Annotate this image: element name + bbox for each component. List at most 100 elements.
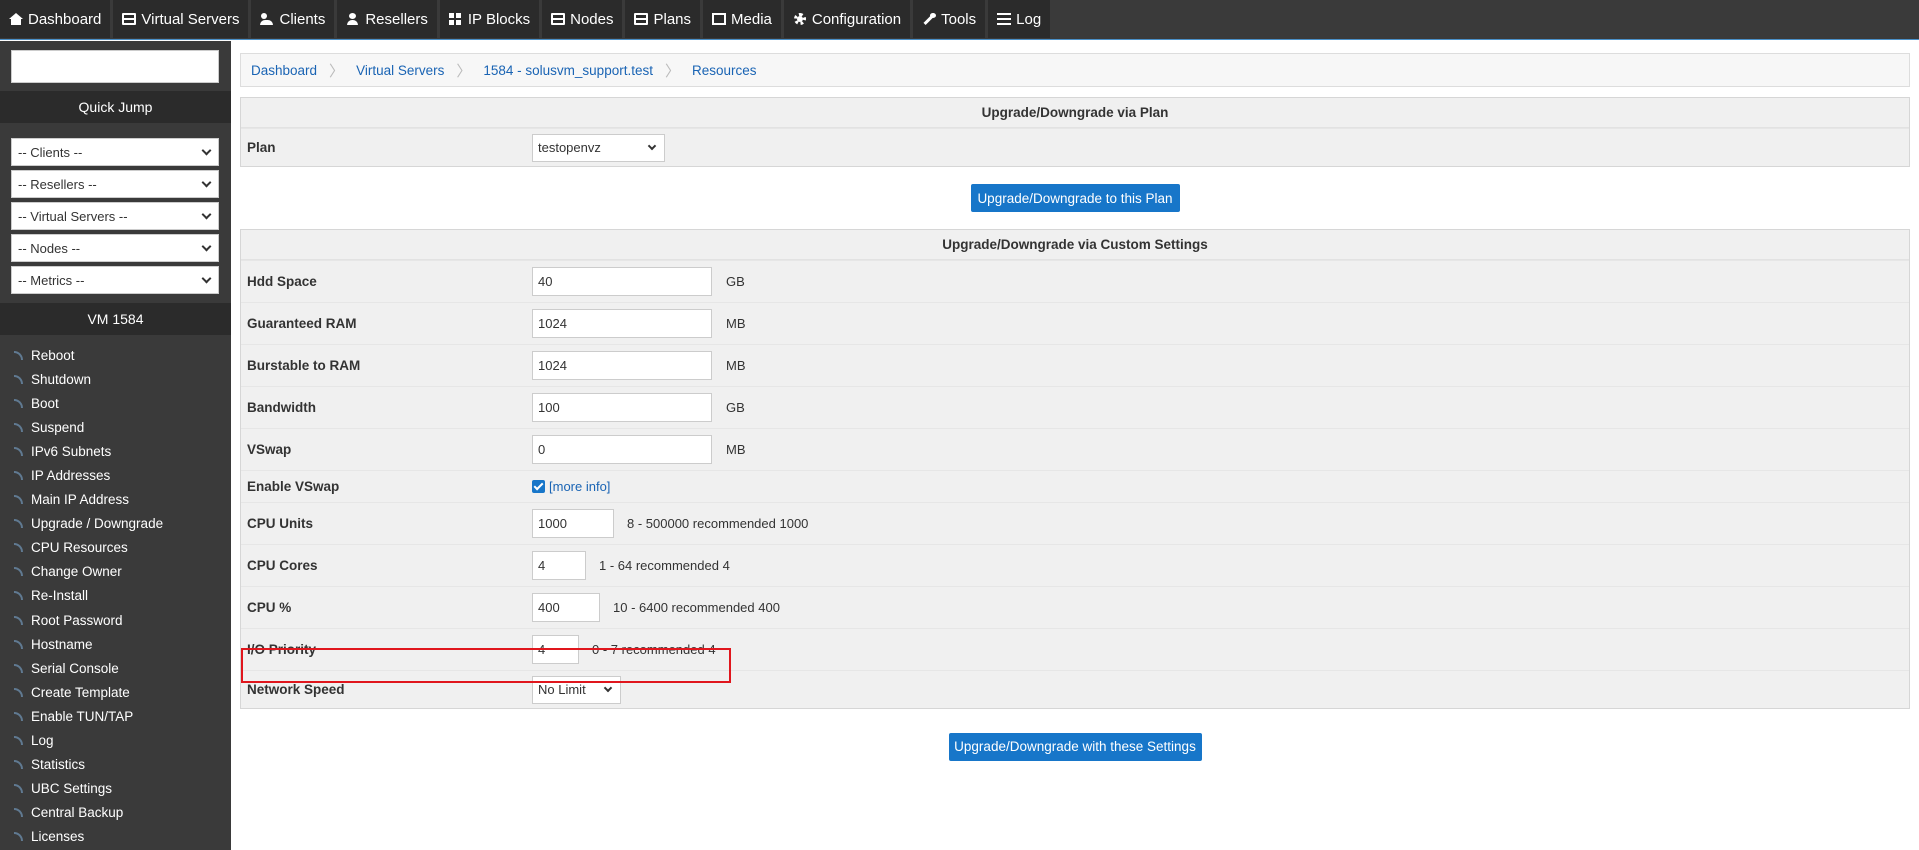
grid-icon — [448, 13, 463, 25]
sidebar-link-reboot[interactable]: Reboot — [0, 343, 231, 367]
sidebar-link-enable-tun-tap[interactable]: Enable TUN/TAP — [0, 704, 231, 728]
cpu-cores-hint: 1 - 64 recommended 4 — [599, 558, 730, 573]
sidebar-link-label: Upgrade / Downgrade — [31, 516, 164, 532]
wifi-icon — [14, 471, 23, 481]
wifi-icon — [14, 495, 23, 505]
bandwidth-unit: GB — [726, 400, 745, 415]
sidebar-link-label: Change Owner — [31, 564, 122, 580]
cpu-units-hint: 8 - 500000 recommended 1000 — [627, 516, 809, 531]
cpu-cores-input[interactable]: 4 — [532, 551, 586, 580]
nav-plans[interactable]: Plans — [625, 0, 704, 38]
nav-media[interactable]: Media — [703, 0, 784, 38]
cpu-units-input[interactable]: 1000 — [532, 509, 614, 538]
nav-configuration[interactable]: Configuration — [783, 0, 914, 38]
wifi-icon — [14, 808, 23, 818]
sidebar-link-create-template[interactable]: Create Template — [0, 680, 231, 704]
enable-vswap-checkbox[interactable] — [532, 480, 545, 493]
sidebar-link-central-backup[interactable]: Central Backup — [0, 801, 231, 825]
breadcrumb-separator-icon: 〉 — [329, 62, 345, 80]
wifi-icon — [14, 374, 23, 384]
upgrade-custom-button[interactable]: Upgrade/Downgrade with these Settings — [948, 732, 1202, 761]
wifi-icon — [14, 519, 23, 529]
sidebar-link-label: Central Backup — [31, 805, 124, 821]
breadcrumb-resources[interactable]: Resources — [692, 63, 757, 78]
chevron-down-icon — [201, 209, 212, 220]
sidebar-link-shutdown[interactable]: Shutdown — [0, 367, 231, 391]
plan-row: Plan testopenvz — [241, 128, 1909, 166]
select-nodes[interactable]: -- Nodes -- — [11, 234, 219, 262]
sidebar-link-boot[interactable]: Boot — [0, 391, 231, 415]
sidebar-link-upgrade-downgrade[interactable]: Upgrade / Downgrade — [0, 512, 231, 536]
hdd-input[interactable]: 40 — [532, 267, 712, 296]
nav-clients[interactable]: Clients — [251, 0, 338, 38]
chevron-down-icon — [647, 141, 657, 150]
plan-select[interactable]: testopenvz — [532, 133, 665, 162]
sidebar-link-label: Suspend — [31, 419, 85, 435]
ram-input[interactable]: 1024 — [532, 309, 712, 338]
main-content: Dashboard 〉 Virtual Servers 〉 1584 - sol… — [240, 53, 1910, 784]
nav-nodes[interactable]: Nodes — [542, 0, 626, 38]
custom-settings-panel: Upgrade/Downgrade via Custom Settings Hd… — [240, 229, 1910, 709]
gear-icon — [793, 13, 807, 25]
nav-virtual-servers[interactable]: Virtual Servers — [113, 0, 252, 38]
breadcrumb-dashboard[interactable]: Dashboard — [251, 63, 317, 78]
burst-input[interactable]: 1024 — [532, 351, 712, 380]
select-metrics[interactable]: -- Metrics -- — [11, 266, 219, 294]
sidebar-link-root-password[interactable]: Root Password — [0, 608, 231, 632]
chevron-down-icon — [201, 273, 212, 284]
sidebar-link-suspend[interactable]: Suspend — [0, 415, 231, 439]
list-icon — [997, 13, 1012, 25]
cpu-cores-row: CPU Cores 4 1 - 64 recommended 4 — [241, 544, 1909, 586]
network-speed-select[interactable]: No Limit — [532, 675, 621, 704]
nav-ip-blocks[interactable]: IP Blocks — [439, 0, 543, 38]
sidebar-link-label: CPU Resources — [31, 540, 128, 556]
sidebar-link-statistics[interactable]: Statistics — [0, 753, 231, 777]
sidebar-link-label: Hostname — [31, 636, 93, 652]
sidebar-link-re-install[interactable]: Re-Install — [0, 584, 231, 608]
burst-unit: MB — [726, 358, 746, 373]
nav-resellers[interactable]: Resellers — [337, 0, 440, 38]
breadcrumb-server[interactable]: 1584 - solusvm_support.test — [483, 63, 653, 78]
nav-label: Plans — [653, 10, 692, 28]
nav-tools[interactable]: Tools — [913, 0, 989, 38]
cpu-pct-input[interactable]: 400 — [532, 593, 600, 622]
ram-row: Guaranteed RAM 1024 MB — [241, 302, 1909, 344]
nav-dashboard[interactable]: Dashboard — [0, 0, 114, 38]
breadcrumb-virtual-servers[interactable]: Virtual Servers — [356, 63, 444, 78]
nav-log[interactable]: Log — [988, 0, 1054, 38]
wifi-icon — [14, 567, 23, 577]
io-priority-row: I/O Priority 4 0 - 7 recommended 4 — [241, 628, 1909, 670]
wifi-icon — [14, 398, 23, 408]
sidebar-link-cpu-resources[interactable]: CPU Resources — [0, 536, 231, 560]
select-virtual-servers[interactable]: -- Virtual Servers -- — [11, 202, 219, 230]
sidebar-link-ubc-settings[interactable]: UBC Settings — [0, 777, 231, 801]
sidebar-link-change-owner[interactable]: Change Owner — [0, 560, 231, 584]
select-clients[interactable]: -- Clients -- — [11, 138, 219, 166]
more-info-link[interactable]: [more info] — [549, 479, 610, 494]
io-priority-input[interactable]: 4 — [532, 635, 579, 664]
sidebar-link-main-ip-address[interactable]: Main IP Address — [0, 488, 231, 512]
vswap-input[interactable]: 0 — [532, 435, 712, 464]
nav-label: Dashboard — [28, 10, 102, 28]
bandwidth-input[interactable]: 100 — [532, 393, 712, 422]
sidebar-search-input[interactable] — [11, 50, 219, 83]
wrench-icon — [922, 13, 937, 25]
wifi-icon — [14, 832, 23, 842]
sidebar-link-hostname[interactable]: Hostname — [0, 632, 231, 656]
breadcrumb-separator-icon: 〉 — [456, 62, 472, 80]
sidebar-link-serial-console[interactable]: Serial Console — [0, 656, 231, 680]
sidebar-link-ip-addresses[interactable]: IP Addresses — [0, 463, 231, 487]
sidebar-link-label: Shutdown — [31, 371, 92, 387]
sidebar-link-licenses[interactable]: Licenses — [0, 825, 231, 849]
sidebar-link-log[interactable]: Log — [0, 729, 231, 753]
wifi-icon — [14, 784, 23, 794]
select-resellers[interactable]: -- Resellers -- — [11, 170, 219, 198]
plan-panel-title: Upgrade/Downgrade via Plan — [241, 98, 1909, 128]
vm-actions-list: Reboot Shutdown Boot Suspend IPv6 Subnet… — [0, 343, 231, 849]
breadcrumb-separator-icon: 〉 — [664, 62, 680, 80]
sidebar-link-ipv6-subnets[interactable]: IPv6 Subnets — [0, 439, 231, 463]
chevron-down-icon — [201, 145, 212, 156]
sidebar-link-label: Statistics — [31, 757, 86, 773]
file-icon — [712, 13, 727, 25]
upgrade-plan-button[interactable]: Upgrade/Downgrade to this Plan — [970, 184, 1180, 212]
